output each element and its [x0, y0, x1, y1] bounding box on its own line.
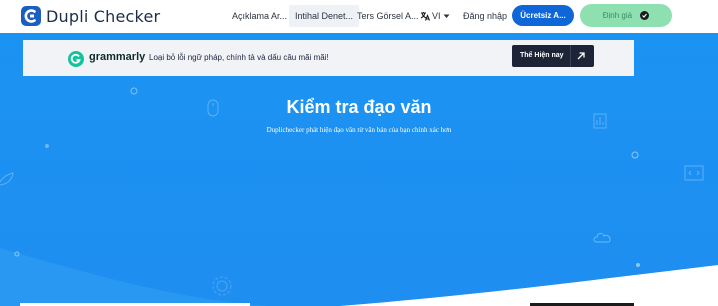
circle-decoration-icon: [14, 251, 20, 257]
translate-icon: [420, 12, 430, 21]
login-link[interactable]: Đăng nhập: [463, 5, 507, 27]
page-title: Kiểm tra đạo văn: [286, 97, 432, 117]
dot-decoration-icon: [45, 144, 49, 148]
language-label: VI: [432, 11, 441, 21]
crown-icon: [640, 11, 650, 21]
circle-decoration-icon: [130, 87, 138, 95]
nav-item-reverse-image[interactable]: Ters Görsel A...: [357, 5, 419, 27]
logo-text: Dupli Checker: [46, 6, 161, 26]
arrow-up-right-icon: [577, 52, 585, 60]
pricing-button[interactable]: Định giá: [580, 4, 672, 27]
pricing-label: Định giá: [602, 11, 633, 20]
page-subtitle: Duplichecker phát hiện đạo văn từ văn bả…: [266, 126, 452, 134]
button-divider: [570, 45, 571, 67]
nav-item-plagiarism[interactable]: Intihal Denet...: [289, 5, 360, 27]
gear-decoration-icon: [212, 276, 232, 296]
free-signup-button[interactable]: Ücretsiz A...: [512, 5, 574, 26]
nav-item-description[interactable]: Açıklama Ar...: [232, 5, 287, 27]
site-logo[interactable]: Dupli Checker: [20, 5, 160, 27]
leaf-decoration-icon: [0, 172, 14, 186]
grammarly-brand: grammarly: [89, 51, 146, 63]
promo-cta-label: Thể Hiện nay: [520, 52, 564, 59]
circle-decoration-icon: [631, 151, 639, 159]
dupli-checker-logo-icon: [20, 5, 42, 27]
code-window-decoration-icon: [684, 165, 704, 181]
dot-decoration-icon: [636, 263, 640, 267]
cloud-decoration-icon: [593, 233, 611, 243]
grammarly-logo-icon: [68, 51, 84, 67]
language-selector[interactable]: VI: [420, 5, 450, 27]
grammarly-promo-banner[interactable]: grammarly Loại bỏ lỗi ngữ pháp, chính tả…: [23, 40, 634, 76]
hero-section: grammarly Loại bỏ lỗi ngữ pháp, chính tả…: [0, 33, 718, 306]
chevron-down-icon: [443, 14, 450, 18]
promo-cta-button[interactable]: Thể Hiện nay: [512, 45, 594, 67]
top-navbar: Dupli Checker Açıklama Ar... Intihal Den…: [0, 0, 718, 33]
promo-text: Loại bỏ lỗi ngữ pháp, chính tả và dấu câ…: [149, 53, 329, 62]
